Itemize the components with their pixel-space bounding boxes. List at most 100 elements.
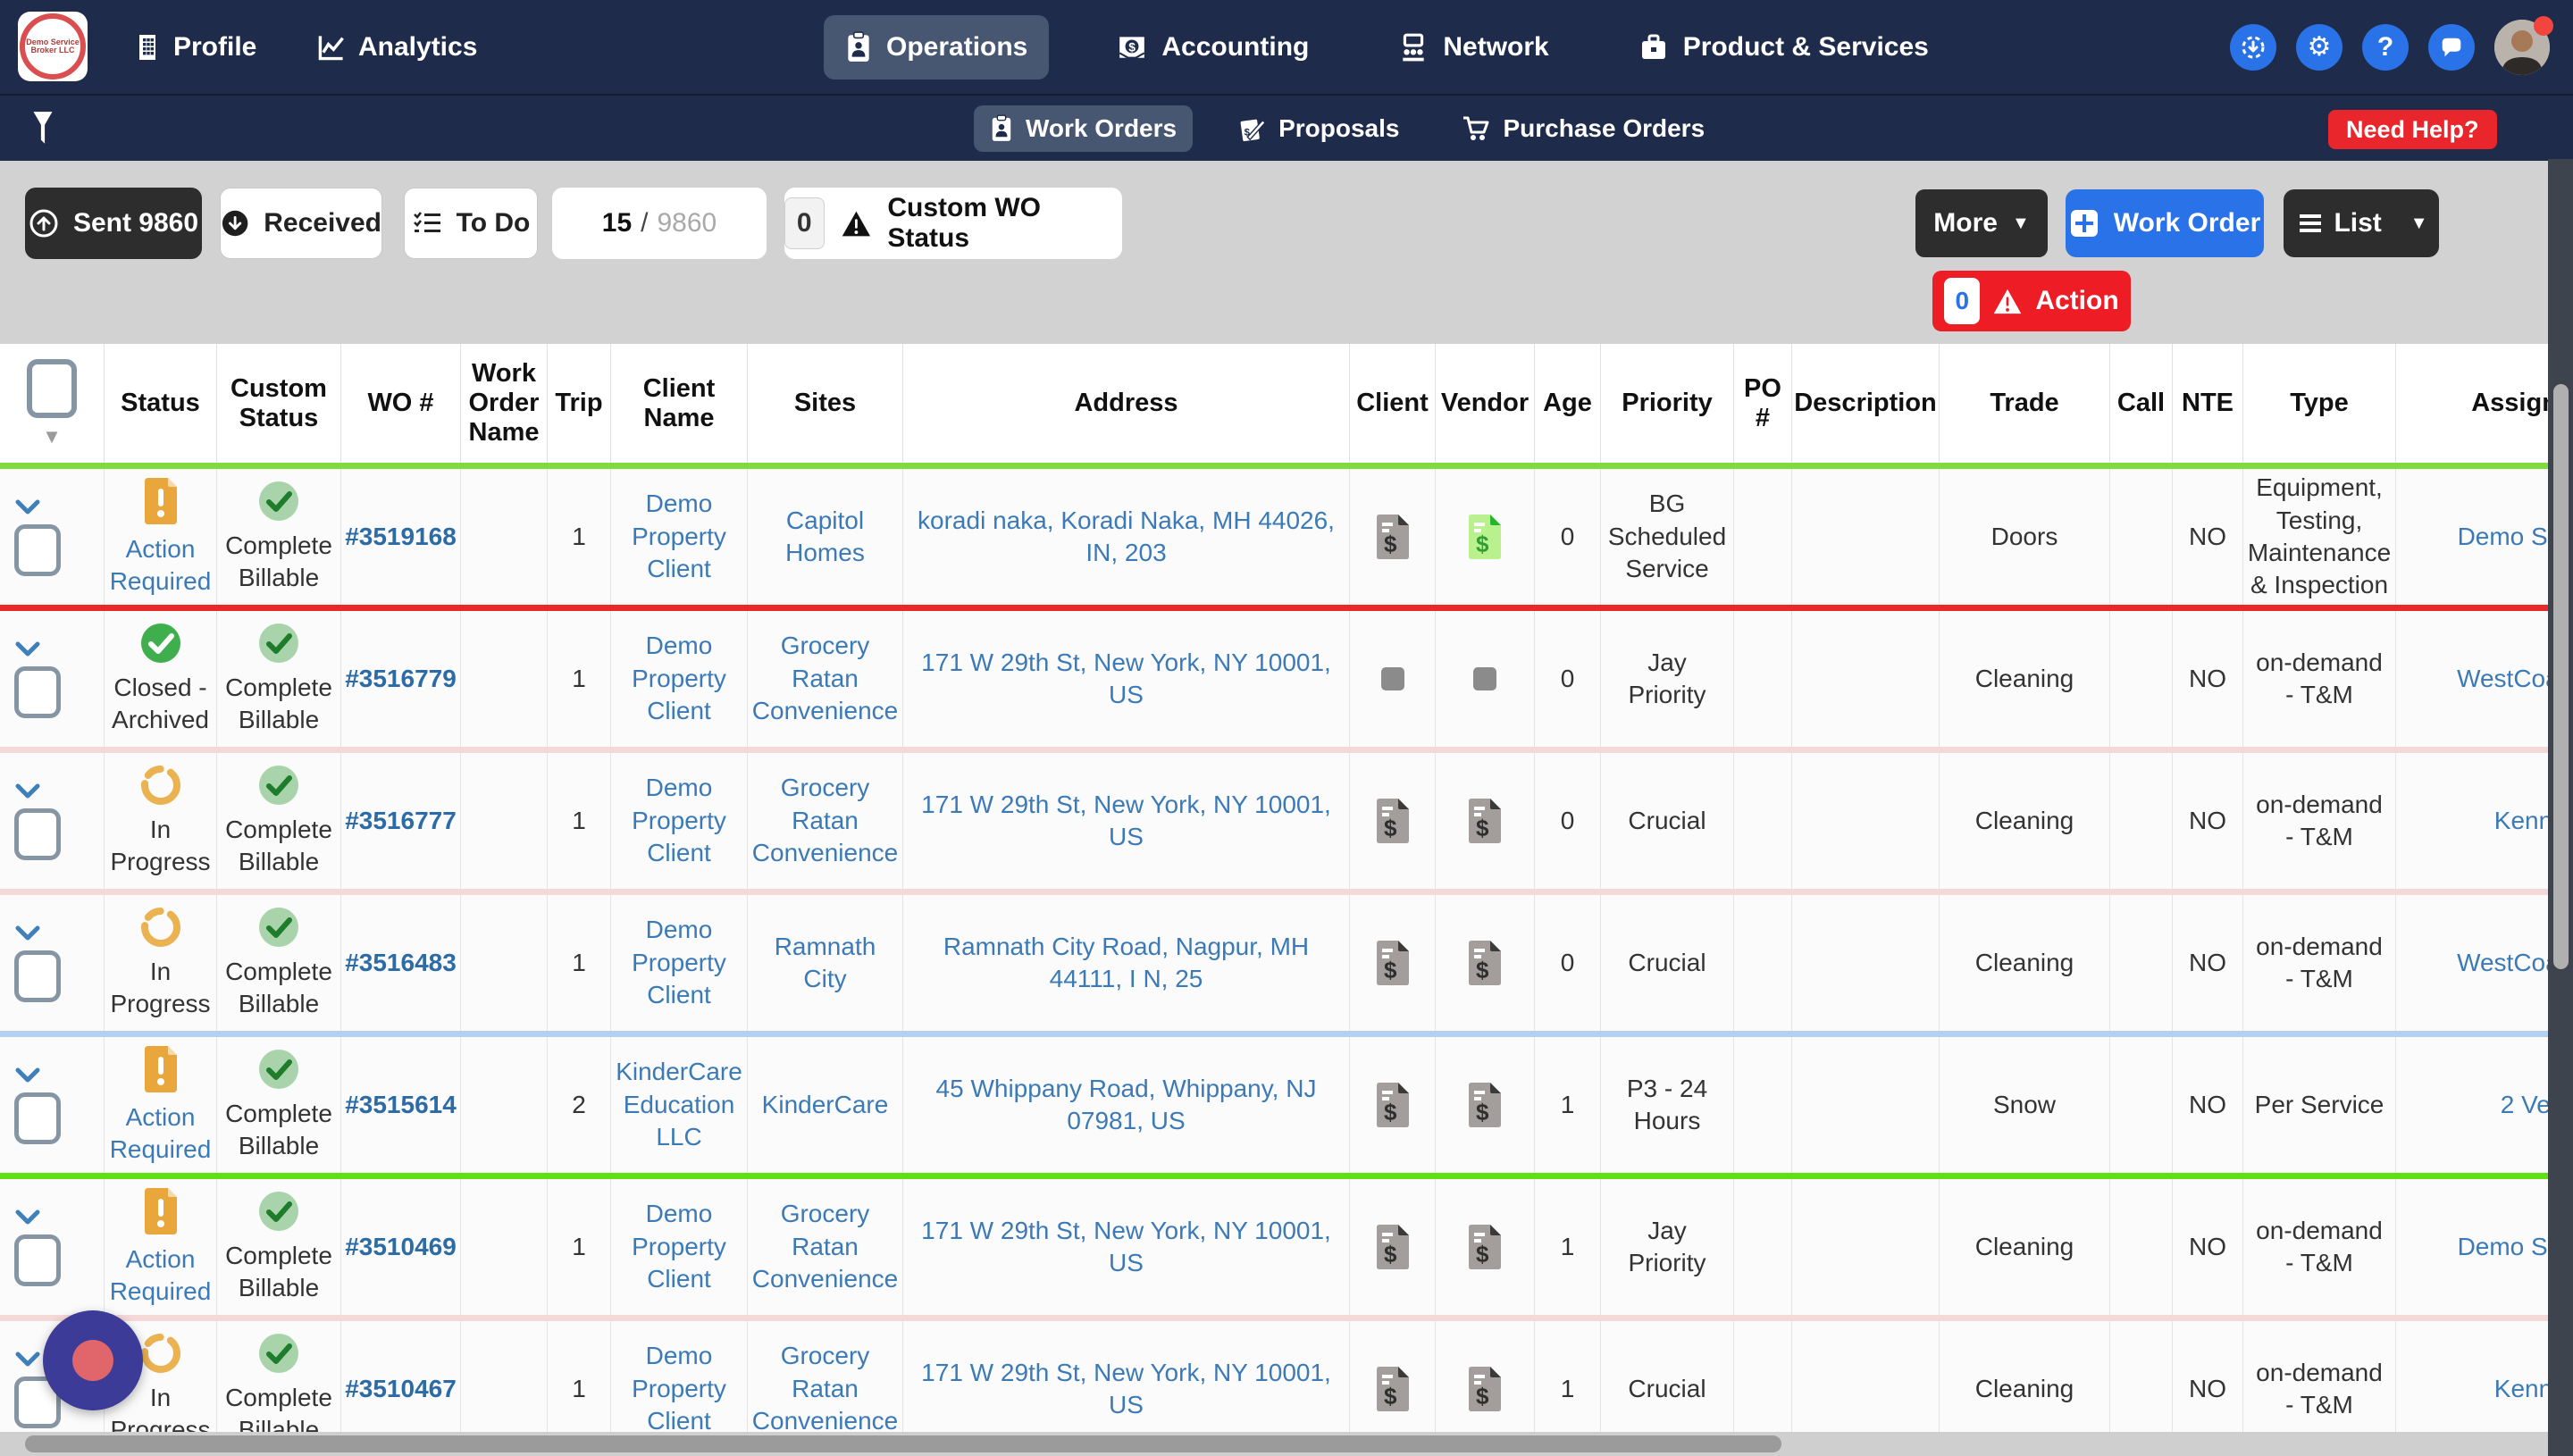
company-logo[interactable]: Demo Service Broker LLC (18, 12, 88, 81)
vendor-invoice-cell[interactable] (1436, 1179, 1535, 1315)
history-button[interactable] (2230, 24, 2276, 71)
header-assigned[interactable]: Assigned (2396, 344, 2573, 463)
status-cell[interactable]: Action Required (105, 1179, 217, 1315)
header-client[interactable]: Client (1350, 344, 1436, 463)
view-mode-button[interactable]: List ▼ (2284, 189, 2439, 257)
wo-number-link[interactable]: #3515614 (341, 1037, 461, 1173)
header-wo[interactable]: WO # (341, 344, 461, 463)
header-trip[interactable]: Trip (548, 344, 611, 463)
address-link[interactable]: Ramnath City Road, Nagpur, MH 44111, I N… (903, 895, 1350, 1031)
header-nte[interactable]: NTE (2173, 344, 2243, 463)
client-invoice-cell[interactable] (1350, 1179, 1436, 1315)
wo-number-link[interactable]: #3516777 (341, 753, 461, 889)
client-name-link[interactable]: KinderCare Education LLC (611, 1037, 748, 1173)
site-link[interactable]: Ramnath City (748, 895, 903, 1031)
site-link[interactable]: Capitol Homes (748, 469, 903, 605)
more-button[interactable]: More ▼ (1915, 189, 2048, 257)
status-cell[interactable]: In Progress (105, 753, 217, 889)
view-mode-caret[interactable]: ▼ (2398, 213, 2441, 234)
chevron-down-icon[interactable] (14, 498, 41, 517)
header-vendor[interactable]: Vendor (1436, 344, 1535, 463)
client-name-link[interactable]: Demo Property Client (611, 1179, 748, 1315)
assigned-link[interactable]: Demo Subco (2396, 1179, 2573, 1315)
table-row[interactable]: Action Required Complete Billable #35191… (0, 469, 2573, 605)
need-help-button[interactable]: Need Help? (2328, 110, 2497, 149)
row-checkbox[interactable] (14, 1092, 61, 1144)
vendor-invoice-cell[interactable] (1436, 469, 1535, 605)
settings-button[interactable]: ⚙ (2296, 24, 2343, 71)
address-link[interactable]: koradi naka, Koradi Naka, MH 44026, IN, … (903, 469, 1350, 605)
address-link[interactable]: 45 Whippany Road, Whippany, NJ 07981, US (903, 1037, 1350, 1173)
vendor-invoice-cell[interactable] (1436, 1037, 1535, 1173)
row-checkbox[interactable] (14, 666, 61, 718)
wo-number-link[interactable]: #3510469 (341, 1179, 461, 1315)
nav-item-analytics[interactable]: Analytics (317, 0, 477, 94)
client-invoice-cell[interactable] (1350, 753, 1436, 889)
address-link[interactable]: 171 W 29th St, New York, NY 10001, US (903, 1179, 1350, 1315)
status-label[interactable]: Action Required (110, 1101, 212, 1167)
nav-item-operations[interactable]: Operations (824, 15, 1049, 79)
header-type[interactable]: Type (2243, 344, 2396, 463)
client-name-link[interactable]: Demo Property Client (611, 611, 748, 747)
vertical-scrollbar-thumb[interactable] (2553, 384, 2569, 969)
site-link[interactable]: KinderCare (748, 1037, 903, 1173)
status-cell[interactable]: Action Required (105, 1037, 217, 1173)
table-row[interactable]: In Progress Complete Billable #3516483 1… (0, 895, 2573, 1031)
vendor-invoice-cell[interactable] (1436, 895, 1535, 1031)
client-invoice-cell[interactable] (1350, 895, 1436, 1031)
header-address[interactable]: Address (903, 344, 1350, 463)
chevron-down-icon[interactable] (14, 1350, 41, 1369)
row-checkbox[interactable] (14, 808, 61, 860)
nav-item-products[interactable]: Product & Services (1617, 16, 1950, 79)
header-custom-status[interactable]: Custom Status (217, 344, 341, 463)
client-name-link[interactable]: Demo Property Client (611, 895, 748, 1031)
assigned-link[interactable]: WestCoast S (2396, 611, 2573, 747)
wo-number-link[interactable]: #3516483 (341, 895, 461, 1031)
client-invoice-cell[interactable] (1350, 1037, 1436, 1173)
assigned-link[interactable]: Kenny (2396, 753, 2573, 889)
sent-filter-button[interactable]: Sent 9860 (25, 188, 202, 259)
horizontal-scrollbar-thumb[interactable] (25, 1435, 1781, 1452)
header-client-name[interactable]: Client Name (611, 344, 748, 463)
status-cell[interactable]: Closed - Archived (105, 611, 217, 747)
site-link[interactable]: Grocery Ratan Convenience (748, 611, 903, 747)
wo-number-link[interactable]: #3516779 (341, 611, 461, 747)
tab-purchase-orders[interactable]: Purchase Orders (1446, 105, 1721, 152)
chevron-down-icon[interactable] (14, 640, 41, 659)
header-trade[interactable]: Trade (1940, 344, 2110, 463)
client-name-link[interactable]: Demo Property Client (611, 753, 748, 889)
select-all-checkbox[interactable] (27, 359, 77, 418)
received-filter-button[interactable]: Received (220, 188, 382, 259)
row-checkbox[interactable] (14, 950, 61, 1002)
wo-number-link[interactable]: #3519168 (341, 469, 461, 605)
table-row[interactable]: In Progress Complete Billable #3516777 1… (0, 753, 2573, 889)
row-checkbox[interactable] (14, 1234, 61, 1286)
vendor-invoice-cell[interactable] (1436, 753, 1535, 889)
help-button[interactable]: ? (2362, 24, 2409, 71)
chevron-down-icon[interactable] (14, 924, 41, 943)
new-work-order-button[interactable]: Work Order (2066, 189, 2264, 257)
row-checkbox[interactable] (14, 524, 61, 576)
header-work-order-name[interactable]: Work Order Name (461, 344, 548, 463)
table-row[interactable]: Action Required Complete Billable #35104… (0, 1179, 2573, 1315)
todo-filter-button[interactable]: To Do (404, 188, 538, 259)
status-label[interactable]: Action Required (110, 1243, 212, 1309)
status-cell[interactable]: Action Required (105, 469, 217, 605)
filter-icon[interactable] (27, 110, 59, 147)
table-row[interactable]: Closed - Archived Complete Billable #351… (0, 611, 2573, 747)
chat-button[interactable] (2428, 24, 2475, 71)
header-priority[interactable]: Priority (1601, 344, 1734, 463)
assigned-link[interactable]: WestCoast S (2396, 895, 2573, 1031)
site-link[interactable]: Grocery Ratan Convenience (748, 1179, 903, 1315)
client-invoice-cell[interactable] (1350, 469, 1436, 605)
client-name-link[interactable]: Demo Property Client (611, 469, 748, 605)
action-button[interactable]: 0 Action (1932, 271, 2131, 331)
header-call[interactable]: Call (2110, 344, 2173, 463)
header-status[interactable]: Status (105, 344, 217, 463)
header-age[interactable]: Age (1535, 344, 1601, 463)
chevron-down-icon[interactable] (14, 1208, 41, 1227)
header-description[interactable]: Description (1792, 344, 1940, 463)
chevron-down-icon[interactable] (14, 1066, 41, 1085)
assigned-link[interactable]: Demo Subco (2396, 469, 2573, 605)
nav-item-network[interactable]: Network (1377, 16, 1570, 79)
